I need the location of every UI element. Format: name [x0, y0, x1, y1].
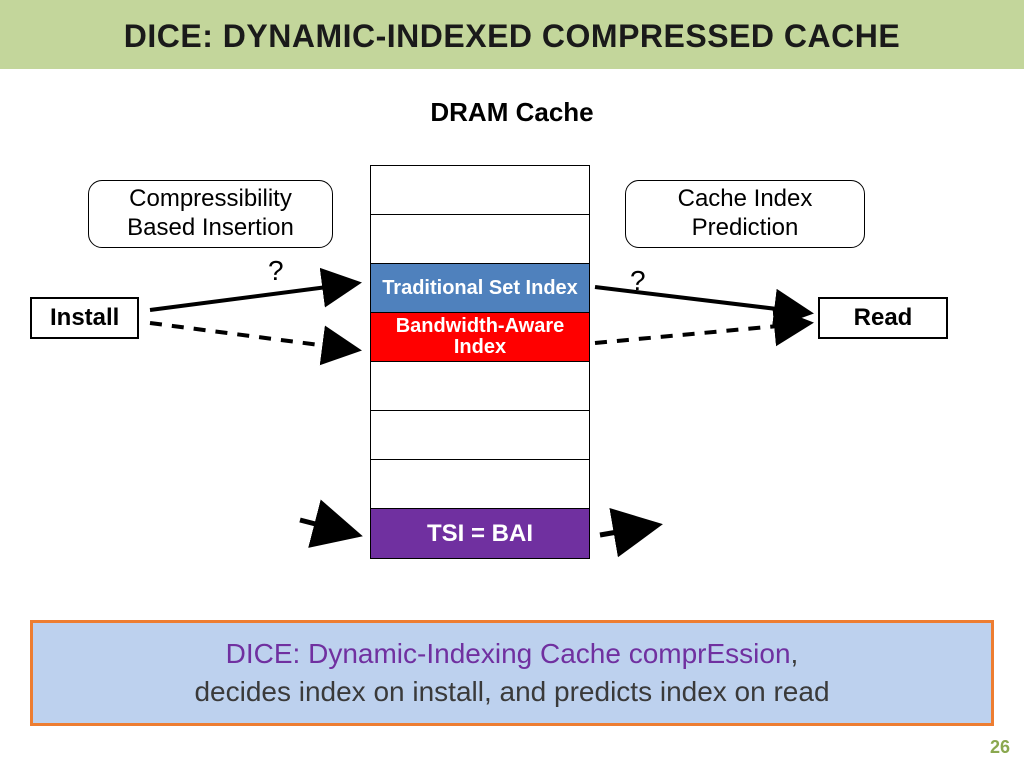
- arrow-trad-read: [595, 287, 810, 313]
- arrow-tsi-left: [300, 520, 358, 535]
- footer-callout: DICE: Dynamic-Indexing Cache comprEssion…: [30, 620, 994, 726]
- arrow-layer: [0, 165, 1024, 585]
- callout-line2: decides index on install, and predicts i…: [194, 676, 829, 707]
- diagram-area: Compressibility Based Insertion Cache In…: [0, 165, 1024, 585]
- arrow-tsi-right: [600, 525, 658, 535]
- title-bar: DICE: DYNAMIC-INDEXED COMPRESSED CACHE: [0, 0, 1024, 69]
- dram-cache-label: DRAM Cache: [0, 97, 1024, 128]
- arrow-install-bw: [150, 323, 358, 350]
- arrow-install-trad: [150, 283, 358, 310]
- slide-title: DICE: DYNAMIC-INDEXED COMPRESSED CACHE: [0, 18, 1024, 55]
- callout-comma: ,: [791, 638, 799, 669]
- page-number: 26: [990, 737, 1010, 758]
- arrow-bw-read: [595, 323, 810, 343]
- callout-purple: DICE: Dynamic-Indexing Cache comprEssion: [226, 638, 791, 669]
